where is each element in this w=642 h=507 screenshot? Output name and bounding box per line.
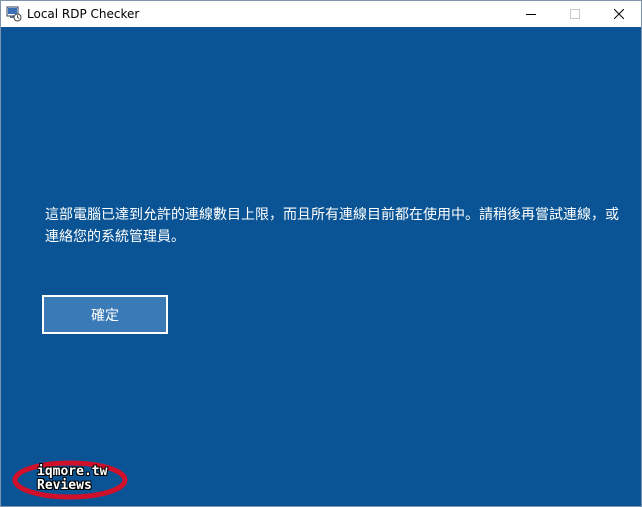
minimize-icon — [526, 14, 536, 15]
title-bar[interactable]: Local RDP Checker — [1, 1, 641, 27]
watermark-line-2: Reviews — [37, 478, 92, 493]
watermark: iqmore.tw Reviews — [11, 459, 129, 501]
rdp-checker-window: Local RDP Checker 這部電腦已達到允許的連線數目上限，而且所有連… — [0, 0, 642, 507]
close-button[interactable] — [597, 1, 641, 27]
window-title: Local RDP Checker — [27, 7, 140, 21]
minimize-button[interactable] — [509, 1, 553, 27]
close-icon — [614, 9, 624, 19]
watermark-line-1: iqmore.tw — [37, 464, 108, 479]
ok-button[interactable]: 確定 — [42, 295, 168, 334]
rdp-app-icon — [6, 6, 22, 22]
error-message: 這部電腦已達到允許的連線數目上限，而且所有連線目前都在使用中。請稍後再嘗試連線，… — [45, 207, 619, 245]
maximize-button[interactable] — [553, 1, 597, 27]
maximize-icon — [570, 9, 580, 19]
dialog-content: 這部電腦已達到允許的連線數目上限，而且所有連線目前都在使用中。請稍後再嘗試連線，… — [1, 27, 641, 506]
